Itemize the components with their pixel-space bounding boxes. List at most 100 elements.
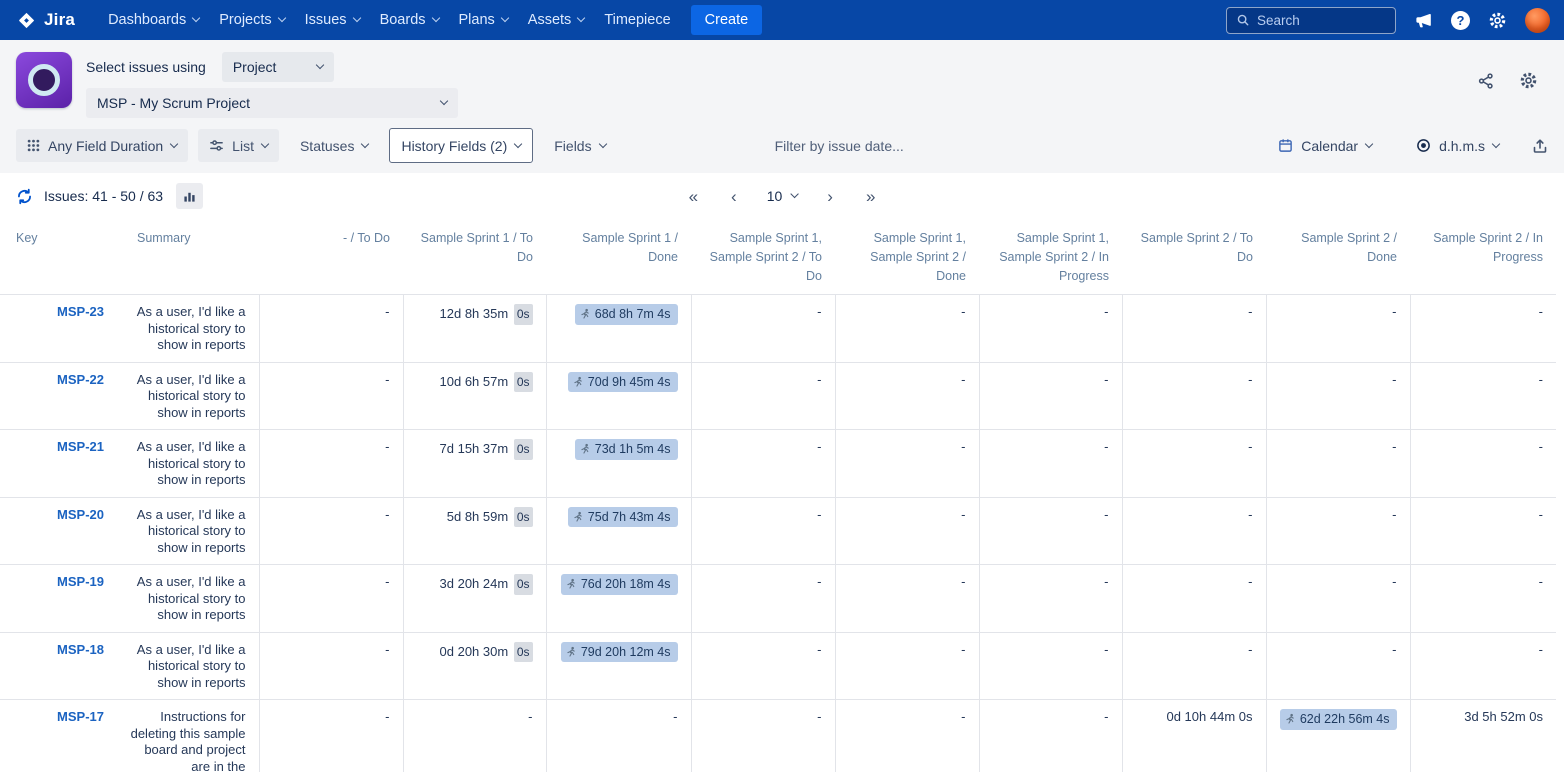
- refresh-icon[interactable]: [16, 188, 33, 205]
- issue-key-link[interactable]: MSP-17: [57, 709, 104, 724]
- issue-summary-cell: As a user, I'd like a historical story t…: [117, 430, 259, 498]
- badge-duration-text: 79d 20h 12m 4s: [581, 644, 671, 661]
- issue-row: MSP-18 As a user, I'd like a historical s…: [0, 632, 1556, 700]
- issue-key-link[interactable]: MSP-23: [57, 304, 104, 319]
- project-dropdown[interactable]: MSP - My Scrum Project: [86, 88, 458, 118]
- history-fields-label: History Fields (2): [401, 138, 507, 154]
- column-header-sprint1-2-todo: Sample Sprint 1, Sample Sprint 2 / To Do: [691, 219, 835, 295]
- duration-type-dropdown[interactable]: Any Field Duration: [16, 129, 188, 162]
- issue-summary-cell: As a user, I'd like a historical story t…: [117, 497, 259, 565]
- nav-right-group: ?: [1226, 7, 1550, 34]
- empty-duration-cell: -: [835, 632, 979, 700]
- issues-table: Key Summary - / To Do Sample Sprint 1 / …: [0, 219, 1556, 772]
- chevron-down-icon: [598, 139, 606, 147]
- empty-duration-cell: -: [835, 497, 979, 565]
- duration-cell: 3d 20h 24m 0s: [403, 565, 546, 633]
- user-avatar[interactable]: [1525, 8, 1550, 33]
- issue-key-cell: MSP-17: [0, 700, 117, 772]
- issue-key-link[interactable]: MSP-20: [57, 507, 104, 522]
- duration-badge-cell: 68d 8h 7m 4s: [546, 295, 691, 363]
- issue-source-dropdown[interactable]: Project: [222, 52, 334, 82]
- page-size-dropdown[interactable]: 10: [767, 188, 798, 204]
- statuses-dropdown[interactable]: Statuses: [289, 129, 379, 162]
- empty-duration-cell: -: [691, 632, 835, 700]
- runner-icon: [572, 376, 584, 388]
- nav-timepiece[interactable]: Timepiece: [595, 4, 679, 36]
- issue-date-filter-input[interactable]: [775, 138, 1010, 154]
- duration-badge-cell: 73d 1h 5m 4s: [546, 430, 691, 498]
- chevron-down-icon: [361, 139, 369, 147]
- column-header-sprint1-done: Sample Sprint 1 / Done: [546, 219, 691, 295]
- empty-duration-cell: -: [1410, 430, 1556, 498]
- empty-duration-cell: -: [979, 497, 1122, 565]
- column-header-key: Key: [0, 219, 117, 295]
- empty-duration-cell: -: [1410, 295, 1556, 363]
- runner-icon: [579, 443, 591, 455]
- empty-duration-cell: -: [979, 700, 1122, 772]
- nav-issues-label: Issues: [305, 12, 347, 28]
- view-type-dropdown[interactable]: List: [198, 129, 279, 162]
- jira-logo: [16, 10, 37, 31]
- duration-text: 0d 10h 44m 0s: [1166, 709, 1252, 724]
- empty-duration-cell: -: [1266, 362, 1410, 430]
- empty-duration-cell: -: [403, 700, 546, 772]
- bar-chart-icon[interactable]: [176, 183, 203, 209]
- empty-duration-cell: -: [1122, 295, 1266, 363]
- issue-key-cell: MSP-20: [0, 497, 117, 565]
- settings-gear-icon[interactable]: [1488, 11, 1507, 30]
- issue-row: MSP-21 As a user, I'd like a historical s…: [0, 430, 1556, 498]
- help-icon[interactable]: ?: [1451, 11, 1470, 30]
- nav-plans[interactable]: Plans: [450, 4, 517, 36]
- nav-dashboards-label: Dashboards: [108, 12, 186, 28]
- megaphone-icon[interactable]: [1414, 11, 1433, 30]
- empty-duration-cell: -: [259, 430, 403, 498]
- empty-duration-cell: -: [1266, 497, 1410, 565]
- nav-assets[interactable]: Assets: [519, 4, 594, 36]
- export-icon[interactable]: [1532, 138, 1548, 154]
- pagination-last-button[interactable]: »: [863, 186, 878, 207]
- history-fields-dropdown[interactable]: History Fields (2): [389, 128, 533, 163]
- empty-duration-cell: -: [835, 430, 979, 498]
- search-input[interactable]: [1257, 13, 1386, 28]
- empty-duration-cell: -: [259, 565, 403, 633]
- issue-key-cell: MSP-22: [0, 362, 117, 430]
- grid-icon: [27, 139, 40, 152]
- fields-label: Fields: [554, 138, 591, 154]
- gear-icon[interactable]: [1519, 71, 1538, 90]
- pagination-next-button[interactable]: ›: [824, 186, 836, 207]
- duration-text: 3d 5h 52m 0s: [1464, 709, 1543, 724]
- issue-key-link[interactable]: MSP-22: [57, 372, 104, 387]
- issue-key-link[interactable]: MSP-18: [57, 642, 104, 657]
- chevron-down-icon: [577, 14, 585, 22]
- time-format-dropdown[interactable]: d.h.m.s: [1405, 129, 1510, 162]
- chevron-down-icon: [170, 139, 178, 147]
- create-button[interactable]: Create: [691, 5, 763, 35]
- duration-badge-cell: 70d 9h 45m 4s: [546, 362, 691, 430]
- issue-summary-cell: As a user, I'd like a historical story t…: [117, 632, 259, 700]
- issue-key-link[interactable]: MSP-19: [57, 574, 104, 589]
- empty-duration-cell: -: [979, 632, 1122, 700]
- issue-key-cell: MSP-19: [0, 565, 117, 633]
- duration-cell: 12d 8h 35m 0s: [403, 295, 546, 363]
- share-icon[interactable]: [1477, 72, 1495, 90]
- empty-duration-cell: -: [1410, 632, 1556, 700]
- calendar-dropdown[interactable]: Calendar: [1267, 129, 1383, 162]
- timepiece-app-icon: [16, 52, 72, 108]
- pagination-first-button[interactable]: «: [686, 186, 701, 207]
- search-box[interactable]: [1226, 7, 1396, 34]
- nav-issues[interactable]: Issues: [296, 4, 369, 36]
- nav-projects[interactable]: Projects: [210, 4, 293, 36]
- nav-dashboards[interactable]: Dashboards: [99, 4, 208, 36]
- seconds-chip: 0s: [514, 304, 533, 325]
- timepiece-app-icon-ring: [28, 64, 60, 96]
- pagination-prev-button[interactable]: ‹: [728, 186, 740, 207]
- chevron-down-icon: [192, 14, 200, 22]
- nav-boards[interactable]: Boards: [371, 4, 448, 36]
- jira-home-link[interactable]: Jira: [16, 10, 75, 31]
- badge-duration-text: 75d 7h 43m 4s: [588, 509, 671, 526]
- target-icon: [1416, 138, 1431, 153]
- issue-key-link[interactable]: MSP-21: [57, 439, 104, 454]
- fields-dropdown[interactable]: Fields: [543, 129, 616, 162]
- empty-duration-cell: -: [259, 497, 403, 565]
- chevron-down-icon: [501, 14, 509, 22]
